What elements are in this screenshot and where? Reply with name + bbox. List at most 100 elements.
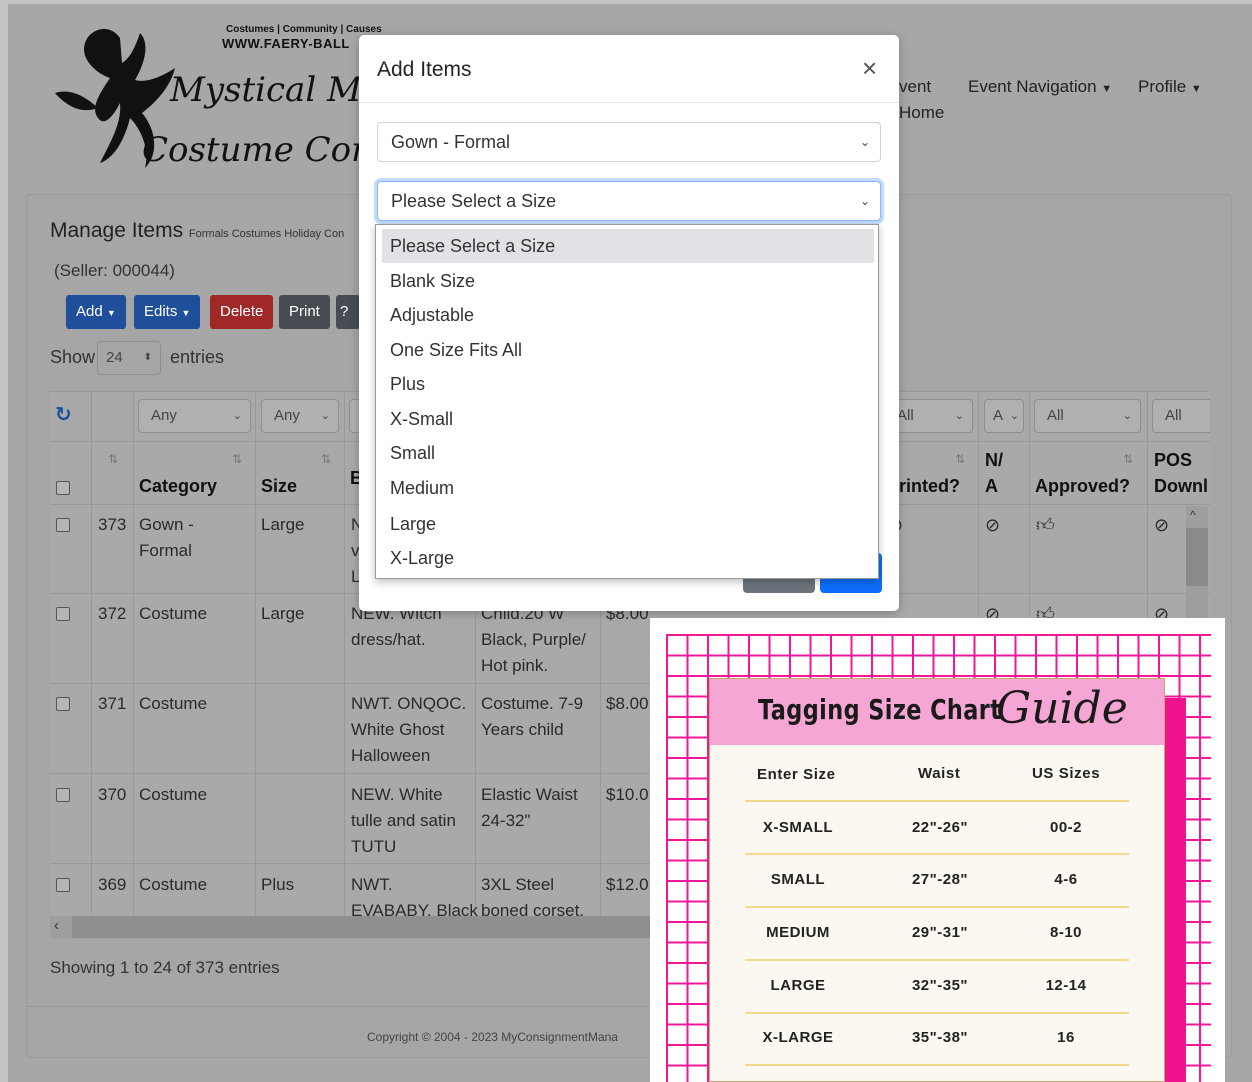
chart-header: Tagging Size Chart Guide (710, 679, 1164, 745)
nav-event-link[interactable]: vent (899, 77, 931, 97)
chevron-down-icon: ⌄ (1009, 410, 1019, 422)
add-button[interactable]: Add ▼ (66, 295, 126, 329)
row-id: 369 (98, 875, 127, 894)
column-header-category[interactable]: Category (139, 476, 217, 497)
row-details: Hot pink. (481, 656, 549, 675)
row-checkbox[interactable] (56, 878, 70, 892)
help-button[interactable]: ? (336, 295, 360, 329)
show-label: Show (50, 347, 96, 367)
row-checkbox[interactable] (56, 518, 70, 532)
chevron-left-icon[interactable]: ‹ (54, 917, 59, 934)
column-header-pos-bottom[interactable]: Downl (1154, 476, 1208, 497)
caret-down-icon: ▼ (181, 308, 191, 318)
nav-event-navigation[interactable]: Event Navigation ▼ (968, 77, 1112, 97)
size-option[interactable]: Blank Size (382, 264, 874, 298)
row-checkbox[interactable] (56, 607, 70, 621)
edits-button[interactable]: Edits ▼ (134, 295, 201, 329)
row-details: 3XL Steel (481, 875, 555, 894)
column-header-pos-top[interactable]: POS (1154, 450, 1192, 471)
horizontal-scrollbar-thumb[interactable] (72, 916, 650, 938)
na-filter-value: A (993, 407, 1004, 424)
row-checkbox[interactable] (56, 788, 70, 802)
refresh-icon[interactable]: ↻ (55, 402, 72, 427)
chart-us: 4-6 (1054, 871, 1078, 888)
chevron-down-icon: ⌄ (954, 410, 964, 422)
ban-icon: ⊘ (1154, 515, 1170, 535)
chart-size: X-LARGE (762, 1029, 834, 1046)
table-border (133, 391, 134, 916)
row-category: Costume (139, 785, 208, 804)
approved-filter[interactable]: All ⌄ (1034, 399, 1141, 433)
row-id: 372 (98, 604, 127, 623)
sort-icon[interactable]: ⇅ (108, 452, 118, 466)
modal-title: Add Items (377, 58, 472, 81)
horizontal-scrollbar[interactable]: ‹ (50, 916, 650, 938)
size-option[interactable]: Medium (382, 471, 874, 505)
print-button[interactable]: Print (279, 295, 330, 329)
chevron-up-icon[interactable]: ^ (1190, 508, 1196, 522)
chart-script-title: Guide (996, 683, 1128, 734)
row-details: 24-32" (481, 811, 531, 830)
size-option[interactable]: Plus (382, 367, 874, 401)
vertical-scrollbar-thumb[interactable] (1186, 528, 1208, 586)
table-border (91, 391, 92, 916)
entries-select-value: 24 (106, 349, 123, 366)
row-checkbox[interactable] (56, 697, 70, 711)
na-filter[interactable]: A ⌄ (984, 399, 1024, 433)
select-all-checkbox[interactable] (56, 481, 70, 495)
chevron-down-icon: ⌄ (859, 194, 870, 208)
copyright: Copyright © 2004 - 2023 MyConsignmentMan… (367, 1030, 618, 1044)
page-title-text: Manage Items (50, 219, 184, 242)
chart-divider (745, 853, 1129, 855)
row-details: Costume. 7-9 (481, 694, 584, 713)
size-option[interactable]: X-Small (382, 402, 874, 436)
chart-divider (745, 959, 1129, 961)
chart-pink-bar (1164, 698, 1186, 1082)
size-option[interactable]: Please Select a Size (382, 229, 874, 263)
row-price: $12.0 (606, 875, 649, 894)
sort-icon[interactable]: ⇅ (1123, 452, 1133, 466)
column-header-size[interactable]: Size (261, 476, 297, 497)
printed-filter-value: All (897, 407, 914, 424)
size-select[interactable]: Please Select a Size ⌄ (377, 181, 881, 221)
chevron-down-icon: ⌄ (232, 410, 242, 422)
pos-filter[interactable]: All (1152, 399, 1210, 433)
chart-waist: 32"-35" (911, 977, 969, 994)
size-option[interactable]: Adjustable (382, 298, 874, 332)
size-filter[interactable]: Any ⌄ (261, 399, 339, 433)
column-header-approved[interactable]: Approved? (1035, 476, 1130, 497)
approved-filter-value: All (1047, 407, 1064, 424)
chart-divider (745, 906, 1129, 908)
column-header-na-bottom[interactable]: A (985, 476, 998, 497)
close-icon[interactable]: × (862, 53, 877, 84)
chart-title: Tagging Size Chart (758, 693, 1002, 726)
nav-profile[interactable]: Profile ▼ (1138, 77, 1202, 97)
add-button-label: Add (76, 303, 103, 320)
column-header-na-top[interactable]: N/ (985, 450, 1003, 471)
delete-button[interactable]: Delete (210, 295, 274, 329)
category-select[interactable]: Gown - Formal ⌄ (377, 122, 881, 162)
size-option[interactable]: One Size Fits All (382, 333, 874, 367)
entries-select[interactable]: 24 ⬍ (97, 341, 161, 375)
row-details: Elastic Waist (481, 785, 578, 804)
category-filter[interactable]: Any ⌄ (138, 399, 251, 433)
chart-divider (745, 1064, 1129, 1066)
size-option[interactable]: Large (382, 507, 874, 541)
chart-us: 12-14 (1045, 977, 1087, 994)
chart-us: 16 (1057, 1029, 1075, 1046)
sort-icon[interactable]: ⇅ (955, 452, 965, 466)
sort-icon[interactable]: ⇅ (232, 452, 242, 466)
column-header-printed[interactable]: rinted? (899, 476, 960, 497)
row-description: tulle and satin (351, 811, 456, 830)
row-description: TUTU (351, 837, 397, 856)
size-option[interactable]: X-Large (382, 541, 874, 575)
sort-icon[interactable]: ⇅ (321, 452, 331, 466)
caret-down-icon: ▼ (1101, 83, 1113, 95)
size-option[interactable]: Small (382, 436, 874, 470)
nav-home-link[interactable]: Home (899, 103, 944, 123)
modal-header-divider (359, 102, 899, 103)
category-select-value: Gown - Formal (391, 132, 511, 152)
thumbs-up-icon[interactable]: 👍︎ (1036, 512, 1055, 538)
caret-down-icon: ▼ (1190, 83, 1202, 95)
size-dropdown-list: Please Select a Size Blank Size Adjustab… (375, 224, 879, 579)
